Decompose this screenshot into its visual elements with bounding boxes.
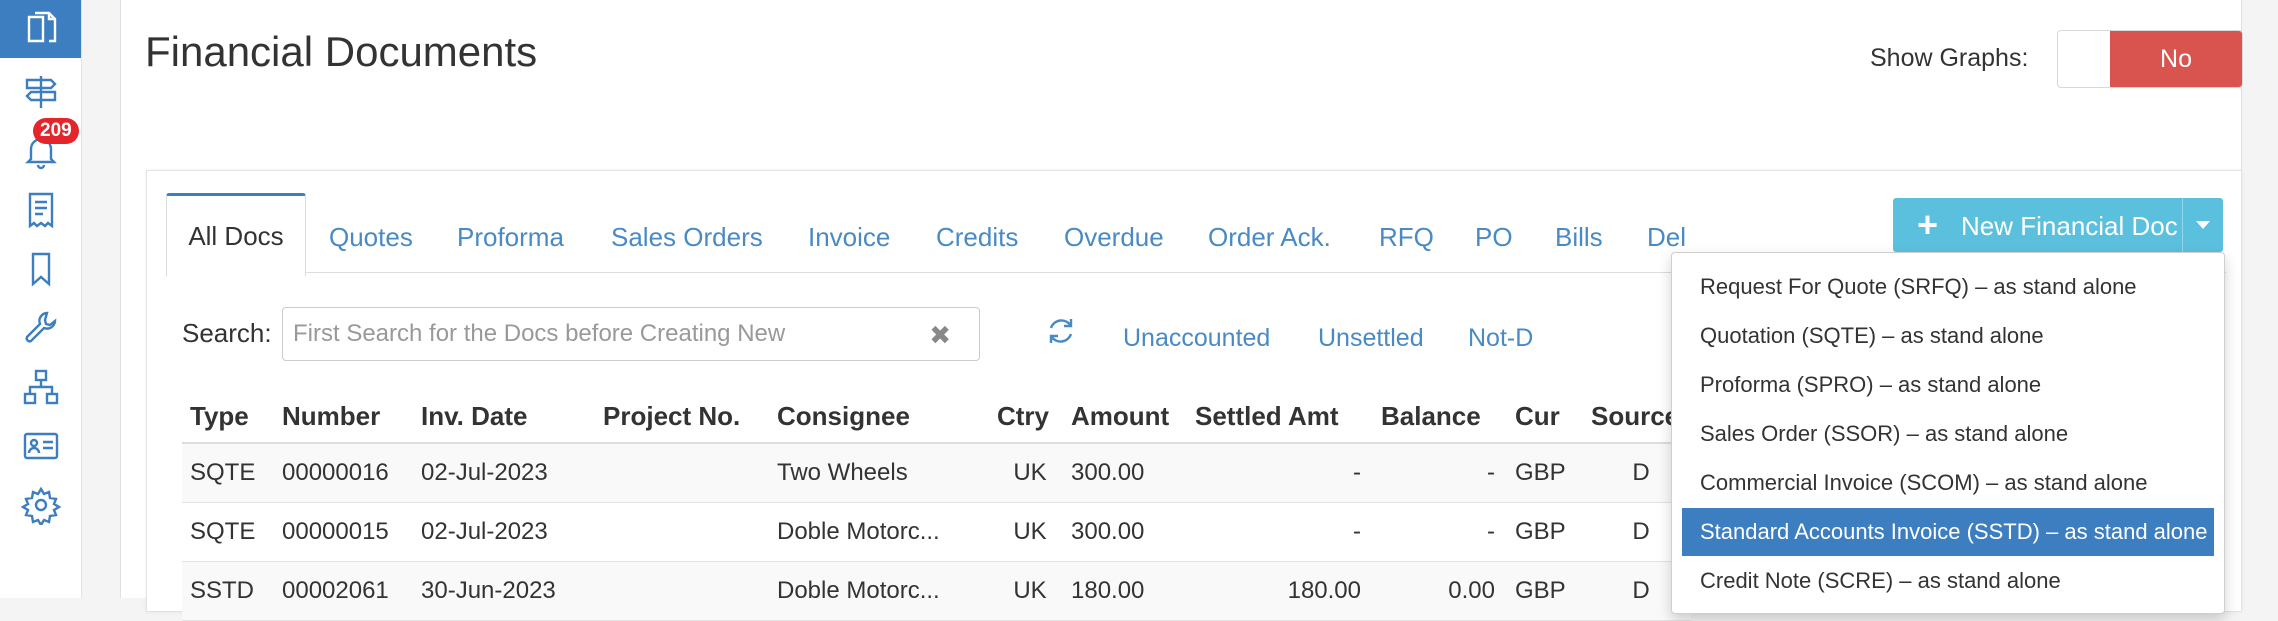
cell-settled-amt: - (1187, 502, 1373, 562)
col-amount[interactable]: Amount (1063, 390, 1187, 444)
col-ctry[interactable]: Ctry (989, 390, 1063, 444)
cell-number: 00000015 (274, 502, 413, 562)
cell-balance: 0.00 (1373, 561, 1507, 621)
col-settled-amt[interactable]: Settled Amt (1187, 390, 1373, 444)
cell-number: 00002061 (274, 561, 413, 621)
notification-badge: 209 (33, 118, 79, 144)
plus-icon: + (1917, 204, 1939, 245)
receipt-icon (28, 192, 53, 229)
documents-table: Type Number Inv. Date Project No. Consig… (182, 390, 1691, 621)
cell-amount: 180.00 (1063, 561, 1187, 621)
show-graphs-label: Show Graphs: (1870, 44, 2029, 72)
tab-overdue[interactable]: Overdue (1064, 222, 1164, 253)
search-input[interactable] (291, 316, 915, 352)
menu-item-sqte[interactable]: Quotation (SQTE) – as stand alone (1682, 312, 2214, 360)
cell-balance: - (1373, 443, 1507, 503)
documents-icon (27, 11, 56, 43)
cell-settled-amt: 180.00 (1187, 561, 1373, 621)
cell-ctry: UK (989, 443, 1063, 503)
sidebar-item-receipts[interactable] (0, 181, 81, 239)
tab-po[interactable]: PO (1475, 222, 1513, 253)
new-financial-doc-label: New Financial Doc (1961, 211, 2178, 241)
col-number[interactable]: Number (274, 390, 413, 444)
cell-type: SQTE (182, 443, 274, 503)
sidebar-item-tools[interactable] (0, 299, 81, 357)
tab-quotes[interactable]: Quotes (329, 222, 413, 253)
refresh-icon[interactable] (1044, 314, 1078, 348)
cell-consignee: Two Wheels (769, 443, 989, 503)
sidebar-item-structure[interactable] (0, 358, 81, 416)
cell-cur: GBP (1507, 443, 1583, 503)
sidebar-item-contacts[interactable] (0, 417, 81, 475)
new-financial-doc-button[interactable]: + New Financial Doc (1893, 198, 2223, 252)
menu-item-ssor[interactable]: Sales Order (SSOR) – as stand alone (1682, 410, 2214, 458)
tab-sales-orders[interactable]: Sales Orders (611, 222, 763, 253)
tab-all-docs[interactable]: All Docs (166, 193, 306, 277)
col-project-no[interactable]: Project No. (595, 390, 769, 444)
filter-unaccounted[interactable]: Unaccounted (1123, 324, 1270, 353)
menu-item-spro[interactable]: Proforma (SPRO) – as stand alone (1682, 361, 2214, 409)
sidebar-item-directions[interactable] (0, 63, 81, 121)
cell-amount: 300.00 (1063, 502, 1187, 562)
menu-item-sstd[interactable]: Standard Accounts Invoice (SSTD) – as st… (1682, 508, 2214, 556)
tab-bills[interactable]: Bills (1555, 222, 1603, 253)
col-consignee[interactable]: Consignee (769, 390, 989, 444)
sidebar-item-bookmarks[interactable] (0, 240, 81, 298)
col-cur[interactable]: Cur (1507, 390, 1583, 444)
col-inv-date[interactable]: Inv. Date (413, 390, 595, 444)
cell-ctry: UK (989, 502, 1063, 562)
new-doc-dropdown-menu: Request For Quote (SRFQ) – as stand alon… (1671, 252, 2225, 614)
page-title: Financial Documents (145, 28, 538, 75)
cell-project-no (595, 502, 769, 562)
menu-item-scom[interactable]: Commercial Invoice (SCOM) – as stand alo… (1682, 459, 2214, 507)
hierarchy-icon (23, 369, 58, 405)
cell-cur: GBP (1507, 561, 1583, 621)
menu-item-srfq[interactable]: Request For Quote (SRFQ) – as stand alon… (1682, 263, 2214, 311)
sidebar-item-documents[interactable] (0, 0, 81, 58)
col-type[interactable]: Type (182, 390, 274, 444)
table-row[interactable]: SQTE 00000015 02-Jul-2023 Doble Motorc..… (182, 502, 1691, 562)
bookmark-icon (31, 252, 50, 287)
cell-project-no (595, 561, 769, 621)
toggle-off-state: No (2110, 31, 2242, 87)
cell-balance: - (1373, 502, 1507, 562)
cell-ctry: UK (989, 561, 1063, 621)
filter-not-d[interactable]: Not-D (1468, 324, 1533, 353)
tab-order-ack[interactable]: Order Ack. (1208, 222, 1331, 253)
cell-consignee: Doble Motorc... (769, 561, 989, 621)
cell-inv-date: 30-Jun-2023 (413, 561, 595, 621)
gear-icon (20, 486, 61, 525)
search-label: Search: (182, 318, 272, 348)
sidebar: 209 (0, 0, 82, 598)
search-box: ✖ (282, 307, 980, 361)
cell-cur: GBP (1507, 502, 1583, 562)
cell-inv-date: 02-Jul-2023 (413, 443, 595, 503)
cell-type: SQTE (182, 502, 274, 562)
tab-rfq[interactable]: RFQ (1379, 222, 1434, 253)
caret-down-icon (2196, 221, 2210, 229)
tab-invoice[interactable]: Invoice (808, 222, 890, 253)
tab-credits[interactable]: Credits (936, 222, 1018, 253)
filter-unsettled[interactable]: Unsettled (1318, 324, 1424, 353)
sidebar-item-settings[interactable] (0, 476, 81, 534)
cell-number: 00000016 (274, 443, 413, 503)
tab-del[interactable]: Del (1647, 222, 1686, 253)
clear-search-icon[interactable]: ✖ (929, 320, 951, 351)
id-card-icon (23, 432, 58, 460)
cell-amount: 300.00 (1063, 443, 1187, 503)
table-row[interactable]: SQTE 00000016 02-Jul-2023 Two Wheels UK … (182, 443, 1691, 503)
new-doc-dropdown-toggle[interactable] (2182, 198, 2223, 252)
wrench-icon (25, 311, 56, 343)
cell-project-no (595, 443, 769, 503)
cell-inv-date: 02-Jul-2023 (413, 502, 595, 562)
cell-type: SSTD (182, 561, 274, 621)
col-balance[interactable]: Balance (1373, 390, 1507, 444)
show-graphs-toggle[interactable]: No (2057, 30, 2243, 88)
tab-proforma[interactable]: Proforma (457, 222, 564, 253)
table-header-row: Type Number Inv. Date Project No. Consig… (182, 390, 1691, 444)
cell-consignee: Doble Motorc... (769, 502, 989, 562)
cell-settled-amt: - (1187, 443, 1373, 503)
signpost-icon (24, 76, 57, 108)
table-row[interactable]: SSTD 00002061 30-Jun-2023 Doble Motorc..… (182, 561, 1691, 621)
